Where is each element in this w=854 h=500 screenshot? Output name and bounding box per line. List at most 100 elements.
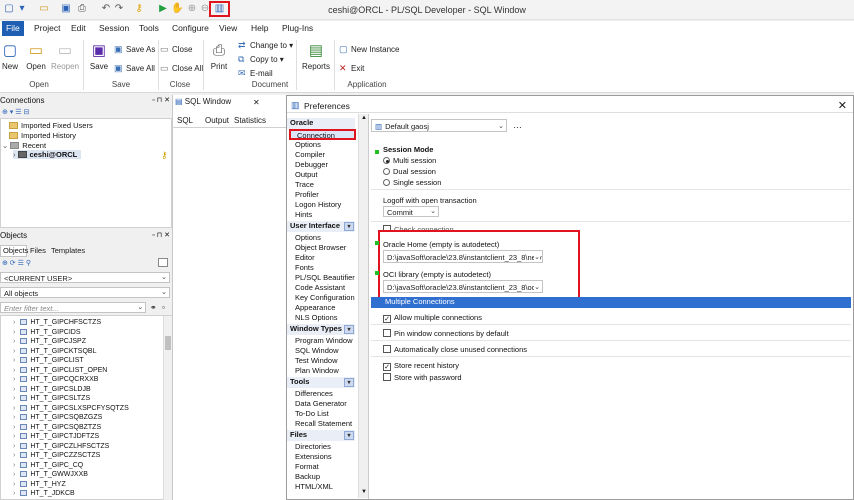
list-item[interactable]: › HT_T_GIPCSQBZTZS: [13, 423, 101, 431]
category-item-debugger[interactable]: Debugger: [295, 160, 328, 169]
subtab-output[interactable]: Output: [205, 116, 229, 125]
pin-window-connections-checkbox[interactable]: Pin window connections by default: [383, 329, 509, 338]
objects-toolbar[interactable]: ⊕ ⟳ ☰ ⚲: [2, 259, 31, 267]
category-item-sql-window[interactable]: SQL Window: [295, 346, 339, 355]
menu-help[interactable]: Help: [251, 23, 268, 33]
list-item[interactable]: › HT_T_GIPCTJDFTZS: [13, 433, 99, 440]
scroll-down-icon[interactable]: ▼: [361, 489, 367, 495]
category-tools-header[interactable]: Tools ▾: [287, 377, 355, 388]
reports-button[interactable]: ▤ Reports: [302, 42, 330, 71]
category-item-program-window[interactable]: Program Window: [295, 336, 353, 345]
category-scrollbar[interactable]: ▲ ▼: [358, 114, 368, 498]
list-item[interactable]: › HT_T_GIPCSQBZGZS: [13, 414, 102, 421]
scroll-up-icon[interactable]: ▲: [361, 115, 367, 121]
filter-options-icon[interactable]: ⚭: [150, 303, 157, 312]
category-item-backup[interactable]: Backup: [295, 472, 320, 481]
category-item-format[interactable]: Format: [295, 462, 319, 471]
close-tab-icon[interactable]: ✕: [253, 98, 260, 107]
allow-multiple-connections-checkbox[interactable]: ✓ Allow multiple connections: [383, 313, 482, 323]
toggle-checkbox[interactable]: [158, 258, 168, 267]
user-select[interactable]: <CURRENT USER> ⌄: [0, 272, 170, 283]
category-window-types-header[interactable]: Window Types ▾: [287, 324, 355, 335]
menu-tools[interactable]: Tools: [139, 23, 159, 33]
subtab-statistics[interactable]: Statistics: [234, 116, 266, 125]
list-item[interactable]: › HT_T_GIPCLIST: [13, 357, 84, 364]
new-instance-button[interactable]: ▢ New Instance: [339, 44, 399, 55]
menu-project[interactable]: Project: [34, 23, 60, 33]
list-item[interactable]: › HT_T_GIPCKTSQBL: [13, 347, 96, 355]
category-user-interface-header[interactable]: User Interface ▾: [287, 221, 355, 232]
object-filter-select[interactable]: All objects ⌄: [0, 287, 170, 298]
radio-dual-session[interactable]: Dual session: [383, 167, 436, 176]
open-button[interactable]: ▭ Open: [24, 42, 48, 71]
close-dialog-icon[interactable]: ✕: [838, 99, 847, 112]
tree-item-ceshi-orcl[interactable]: › ceshi@ORCL: [13, 150, 82, 159]
category-item-test-window[interactable]: Test Window: [295, 356, 338, 365]
list-item[interactable]: › HT_T_GIPCZZSCTZS: [13, 452, 100, 459]
category-item-appearance[interactable]: Appearance: [295, 303, 335, 312]
list-item[interactable]: › HT_T_GIPCLIST_OPEN: [13, 366, 107, 374]
list-item[interactable]: › HT_T_GIPCSLDJB: [13, 385, 91, 393]
category-item-code-assistant[interactable]: Code Assistant: [295, 283, 345, 292]
menu-view[interactable]: View: [219, 23, 237, 33]
radio-multi-session[interactable]: Multi session: [383, 156, 436, 165]
close-all-button[interactable]: ▭ Close All: [160, 63, 203, 74]
save-all-button[interactable]: ▣ Save All: [114, 63, 155, 74]
list-item[interactable]: › HT_T_JDKCB: [13, 490, 75, 497]
category-item-directories[interactable]: Directories: [295, 442, 331, 451]
objects-scrollbar[interactable]: [163, 316, 172, 500]
category-item-plan-window[interactable]: Plan Window: [295, 366, 339, 375]
list-item[interactable]: › HT_T_GIPCIDS: [13, 328, 81, 336]
category-item-todo-list[interactable]: To-Do List: [295, 409, 329, 418]
tree-item-recent[interactable]: ⌄ Recent: [2, 141, 46, 150]
tab-files[interactable]: Files: [30, 246, 46, 255]
new-filter-icon[interactable]: ▫: [162, 303, 165, 312]
category-item-output[interactable]: Output: [295, 170, 318, 179]
oracle-home-select[interactable]: D:\javaSoft\oracle\23.8\instantclient_23…: [383, 250, 543, 263]
list-item[interactable]: › HT_T_GWWJXXB: [13, 471, 88, 478]
tab-sql-window[interactable]: ▤ SQL Window: [175, 97, 255, 110]
list-item[interactable]: › HT_T_GIPCQCRXXB: [13, 376, 98, 383]
filter-text-input[interactable]: Enter filter text... ⌄: [0, 302, 146, 313]
category-item-extensions[interactable]: Extensions: [295, 452, 332, 461]
category-item-object-browser[interactable]: Object Browser: [295, 243, 346, 252]
store-recent-history-checkbox[interactable]: ✓ Store recent history: [383, 361, 459, 371]
category-item-hints[interactable]: Hints: [295, 210, 312, 219]
menu-session[interactable]: Session: [99, 23, 129, 33]
panel-controls-icon[interactable]: ▫ ⊓ ✕: [152, 231, 170, 239]
list-item[interactable]: › HT_T_GIPCSLXSPCFYSQTZS: [13, 404, 129, 412]
tree-item-imported-history[interactable]: Imported History: [9, 131, 76, 140]
print-button[interactable]: ⎙ Print: [207, 42, 231, 71]
category-item-trace[interactable]: Trace: [295, 180, 314, 189]
list-item[interactable]: › HT_T_GIPCHFSCTZS: [13, 319, 101, 326]
category-item-differences[interactable]: Differences: [295, 389, 333, 398]
reopen-button[interactable]: ▭ Reopen: [51, 42, 79, 71]
list-item[interactable]: › HT_T_GIPC_CQ: [13, 461, 83, 469]
close-button[interactable]: ▭ Close: [160, 44, 192, 55]
category-item-data-generator[interactable]: Data Generator: [295, 399, 347, 408]
connections-toolbar[interactable]: ⊕ ▾ ☰ ⊟: [2, 108, 29, 116]
save-as-button[interactable]: ▣ Save As: [114, 44, 155, 55]
change-to-button[interactable]: ⇄ Change to ▾: [238, 40, 293, 51]
tab-objects[interactable]: Objects: [0, 245, 28, 257]
scrollbar-thumb[interactable]: [165, 336, 171, 350]
category-oracle-header[interactable]: Oracle: [287, 118, 355, 129]
list-item[interactable]: › HT_T_GIPCZLHFSCTZS: [13, 442, 109, 450]
tab-templates[interactable]: Templates: [51, 246, 85, 255]
profile-select[interactable]: ▥ Default gaosj ⌄: [371, 119, 507, 132]
category-item-plsql-beautifier[interactable]: PL/SQL Beautifier: [295, 273, 355, 282]
email-button[interactable]: ✉ E-mail: [238, 68, 273, 79]
category-item-logon-history[interactable]: Logon History: [295, 200, 341, 209]
category-item-compiler[interactable]: Compiler: [295, 150, 325, 159]
subtab-sql[interactable]: SQL: [177, 116, 193, 125]
category-item-nls-options[interactable]: NLS Options: [295, 313, 338, 322]
category-item-ui-options[interactable]: Options: [295, 233, 321, 242]
category-item-fonts[interactable]: Fonts: [295, 263, 314, 272]
category-item-key-configuration[interactable]: Key Configuration: [295, 293, 355, 302]
exit-button[interactable]: ✕ Exit: [339, 63, 364, 74]
category-item-options[interactable]: Options: [295, 140, 321, 149]
list-item[interactable]: › HT_T_HYZ: [13, 480, 66, 488]
oci-library-select[interactable]: D:\javaSoft\oracle\23.8\instantclient_23…: [383, 280, 543, 293]
category-item-profiler[interactable]: Profiler: [295, 190, 319, 199]
category-item-html-xml[interactable]: HTML/XML: [295, 482, 333, 491]
